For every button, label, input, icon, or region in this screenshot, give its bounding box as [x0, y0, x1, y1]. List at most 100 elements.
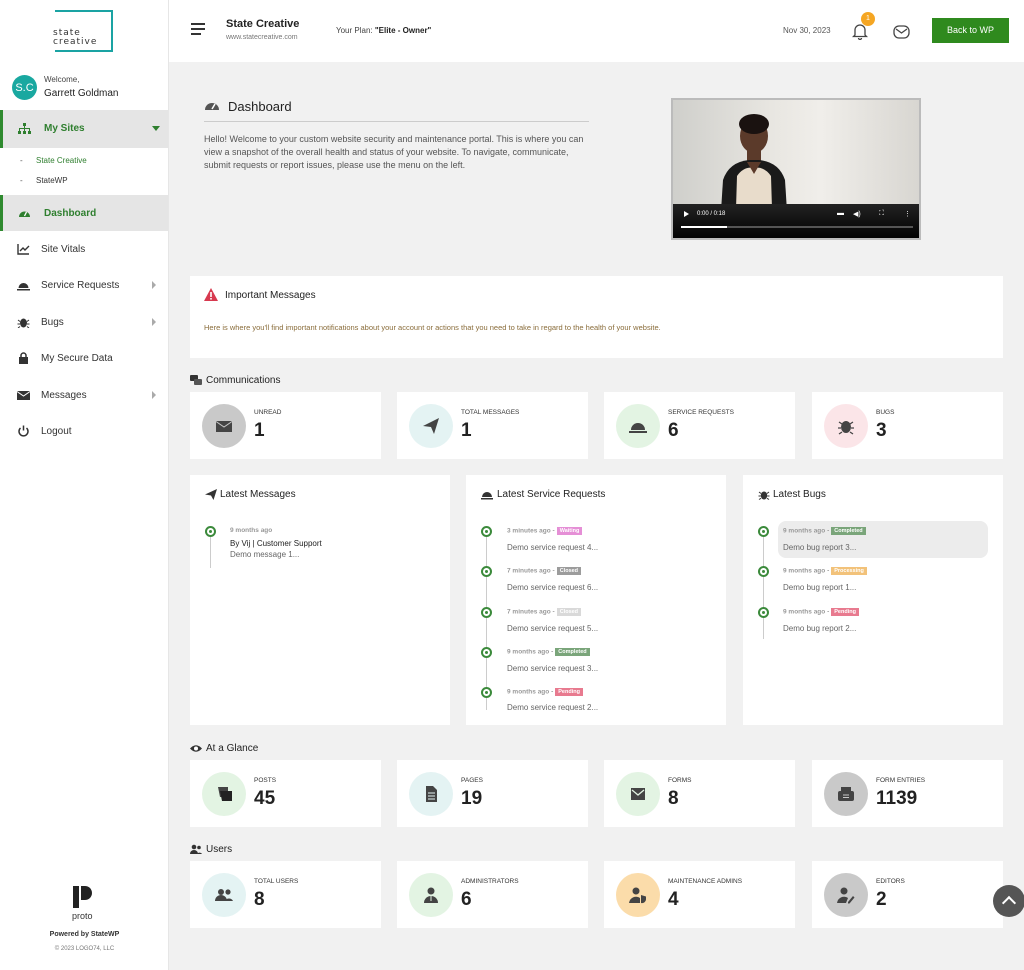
power-icon	[18, 425, 29, 437]
chevron-right-icon	[152, 281, 156, 289]
bug-icon	[17, 318, 30, 328]
bug-meta: 9 months ago - Processing	[783, 567, 867, 575]
stat-value: 6	[668, 420, 679, 441]
message-preview[interactable]: Demo message 1...	[230, 550, 299, 559]
stat-card-editors[interactable]: EDITORS 2	[812, 861, 1003, 928]
mail-icon[interactable]	[893, 25, 910, 39]
status-badge: Closed	[556, 608, 582, 616]
sidebar-item-label: Logout	[41, 426, 72, 437]
inbox-icon	[838, 787, 854, 801]
avatar[interactable]: S.C	[12, 75, 37, 100]
stat-label: UNREAD	[254, 409, 282, 416]
stat-card-form-entries[interactable]: FORM ENTRIES 1139	[812, 760, 1003, 827]
fullscreen-icon[interactable]: ⛶	[879, 210, 884, 218]
sidebar-item-dashboard[interactable]: Dashboard	[0, 195, 168, 231]
sitemap-icon	[18, 123, 31, 134]
service-bell-icon	[481, 492, 493, 500]
at-a-glance-title: At a Glance	[206, 743, 259, 754]
copyright: © 2023 LOGO74, LLC	[54, 946, 115, 952]
sidebar-item-bugs[interactable]: Bugs	[0, 304, 168, 340]
hamburger-menu-icon[interactable]	[191, 23, 205, 35]
powered-by: Powered by StateWP	[49, 931, 120, 938]
latest-messages-card	[190, 475, 450, 725]
stat-value: 1	[461, 420, 472, 441]
proto-logo-icon	[73, 886, 92, 908]
admin-user-icon	[424, 887, 438, 903]
sidebar-item-site-vitals[interactable]: Site Vitals	[0, 231, 168, 267]
message-author: By Vij | Customer Support	[230, 539, 322, 548]
state-creative-logo[interactable]: state creative	[53, 10, 113, 52]
top-bar: State Creative www.statecreative.com You…	[169, 0, 1024, 62]
sidebar-item-label: My Secure Data	[41, 353, 113, 364]
welcome-intro-text: Hello! Welcome to your custom website se…	[204, 134, 584, 170]
stat-card-unread[interactable]: UNREAD 1	[190, 392, 381, 459]
site-item-statewp[interactable]: - StateWP	[20, 176, 68, 185]
stat-card-total-messages[interactable]: TOTAL MESSAGES 1	[397, 392, 588, 459]
status-badge: Pending	[831, 608, 859, 616]
form-envelope-icon	[631, 788, 645, 800]
scroll-to-top-button[interactable]	[993, 885, 1024, 917]
stat-card-bugs[interactable]: BUGS 3	[812, 392, 1003, 459]
status-badge: Waiting	[556, 527, 583, 535]
more-options-icon[interactable]: ⋮	[904, 210, 911, 218]
request-meta: 9 months ago - Pending	[507, 688, 583, 696]
stat-value: 45	[254, 788, 276, 809]
volume-icon[interactable]: ◀)	[853, 210, 861, 218]
bug-meta: 9 months ago - Completed	[783, 527, 866, 535]
stat-value: 3	[876, 420, 887, 441]
request-meta: 3 minutes ago - Waiting	[507, 527, 583, 535]
request-text[interactable]: Demo service request 6...	[507, 583, 598, 592]
welcome-video-player[interactable]: 0:00 / 0:18 ▬ ◀) ⛶ ⋮	[671, 98, 921, 240]
title-divider	[204, 121, 589, 122]
bug-text[interactable]: Demo bug report 3...	[783, 543, 856, 552]
latest-bugs-card	[743, 475, 1003, 725]
play-icon[interactable]	[684, 211, 689, 217]
chart-line-icon	[17, 244, 30, 255]
timeline-dot	[481, 687, 492, 698]
sidebar-item-logout[interactable]: Logout	[0, 413, 168, 449]
page-title: Dashboard	[228, 99, 292, 114]
status-badge: Processing	[831, 567, 867, 575]
request-text[interactable]: Demo service request 5...	[507, 624, 598, 633]
notification-count-badge: 1	[861, 12, 875, 26]
sidebar-item-label: Bugs	[41, 317, 64, 328]
communications-title: Communications	[206, 375, 281, 386]
page-icon	[426, 786, 437, 802]
stat-card-administrators[interactable]: ADMINISTRATORS 6	[397, 861, 588, 928]
site-item-state-creative[interactable]: - State Creative	[20, 156, 87, 165]
timeline-dot	[205, 526, 216, 537]
chevron-down-icon	[152, 126, 160, 131]
gauge-icon	[205, 103, 219, 110]
important-messages-card	[190, 276, 1003, 358]
bug-text[interactable]: Demo bug report 2...	[783, 624, 856, 633]
bug-text[interactable]: Demo bug report 1...	[783, 583, 856, 592]
my-sites-toggle[interactable]: My Sites	[0, 110, 168, 148]
stat-card-posts[interactable]: POSTS 45	[190, 760, 381, 827]
minimize-icon[interactable]: ▬	[837, 210, 844, 217]
message-time: 9 months ago	[230, 527, 273, 534]
my-sites-label: My Sites	[44, 123, 85, 134]
request-text[interactable]: Demo service request 3...	[507, 664, 598, 673]
back-to-wp-button[interactable]: Back to WP	[932, 18, 1009, 43]
gauge-icon	[19, 211, 30, 217]
video-progress-bar[interactable]	[681, 226, 913, 228]
stat-label: MAINTENANCE ADMINS	[668, 878, 743, 885]
stat-card-maintenance-admins[interactable]: MAINTENANCE ADMINS 4	[604, 861, 795, 928]
stat-label: ADMINISTRATORS	[461, 878, 519, 885]
chevron-right-icon	[152, 391, 156, 399]
stat-label: TOTAL MESSAGES	[461, 409, 520, 416]
latest-service-requests-title: Latest Service Requests	[497, 489, 606, 500]
sidebar-item-messages[interactable]: Messages	[0, 377, 168, 413]
stat-card-forms[interactable]: FORMS 8	[604, 760, 795, 827]
user-shield-icon	[629, 887, 647, 904]
request-text[interactable]: Demo service request 4...	[507, 543, 598, 552]
sidebar-item-service-requests[interactable]: Service Requests	[0, 267, 168, 303]
request-text[interactable]: Demo service request 2...	[507, 703, 598, 711]
timeline-dot	[481, 526, 492, 537]
stat-card-service-requests[interactable]: SERVICE REQUESTS 6	[604, 392, 795, 459]
stat-card-pages[interactable]: PAGES 19	[397, 760, 588, 827]
sidebar-item-secure-data[interactable]: My Secure Data	[0, 340, 168, 376]
site-url[interactable]: www.statecreative.com	[226, 34, 298, 41]
stat-card-total-users[interactable]: TOTAL USERS 8	[190, 861, 381, 928]
timeline-dot	[481, 647, 492, 658]
